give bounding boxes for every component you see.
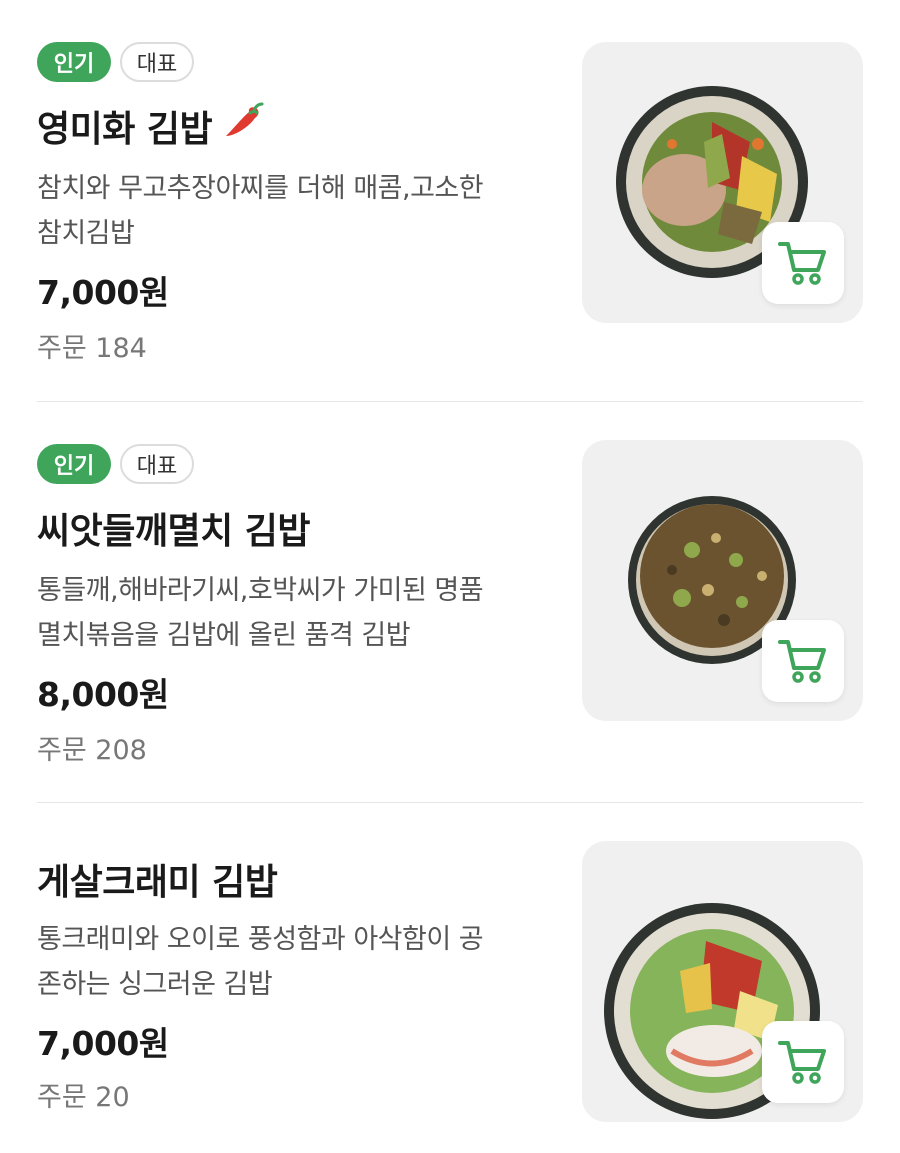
add-to-cart-button[interactable]: [762, 620, 844, 702]
chili-pepper-icon: [222, 102, 266, 151]
menu-item-name: 영미화 김밥: [37, 109, 213, 150]
badge-group: 인기 대표: [37, 42, 194, 82]
menu-item-order-count: 주문 208: [37, 735, 147, 766]
menu-list: 인기 대표 영미화 김밥 참치와 무고추장아찌를 더해 매콤,고소한 참치김밥 …: [0, 0, 900, 1153]
signature-badge: 대표: [120, 42, 194, 82]
description-line: 참치와 무고추장아찌를 더해 매콤,고소한: [37, 173, 484, 204]
description-line: 멸치볶음을 김밥에 올린 품격 김밥: [37, 620, 411, 651]
description-line: 통크래미와 오이로 풍성함과 아삭함이 공: [37, 924, 484, 955]
cart-icon: [778, 640, 826, 683]
menu-item[interactable]: 게살크래미 김밥 통크래미와 오이로 풍성함과 아삭함이 공 존하는 싱그러운 …: [37, 802, 863, 1153]
menu-item-title[interactable]: 게살크래미 김밥: [37, 853, 278, 905]
add-to-cart-button[interactable]: [762, 1021, 844, 1103]
menu-item-order-count: 주문 184: [37, 333, 147, 364]
menu-item-image[interactable]: [582, 42, 863, 323]
menu-item-title[interactable]: 영미화 김밥: [37, 100, 266, 152]
menu-item-order-count: 주문 20: [37, 1082, 130, 1113]
cart-icon: [778, 1041, 826, 1084]
menu-item-description: 통크래미와 오이로 풍성함과 아삭함이 공 존하는 싱그러운 김밥: [37, 917, 547, 1007]
menu-item-image[interactable]: [582, 440, 863, 721]
signature-badge: 대표: [120, 444, 194, 484]
description-line: 참치김밥: [37, 218, 135, 249]
description-line: 존하는 싱그러운 김밥: [37, 969, 273, 1000]
menu-item-image[interactable]: [582, 841, 863, 1122]
popular-badge: 인기: [37, 42, 111, 82]
add-to-cart-button[interactable]: [762, 222, 844, 304]
menu-item-description: 참치와 무고추장아찌를 더해 매콤,고소한 참치김밥: [37, 166, 547, 256]
menu-item-name: 씨앗들깨멸치 김밥: [37, 511, 311, 552]
menu-item-name: 게살크래미 김밥: [37, 862, 278, 903]
badge-group: 인기 대표: [37, 444, 194, 484]
menu-item-price: 7,000원: [37, 273, 169, 312]
popular-badge: 인기: [37, 444, 111, 484]
menu-item-title[interactable]: 씨앗들깨멸치 김밥: [37, 502, 311, 554]
cart-icon: [778, 242, 826, 285]
menu-item[interactable]: 인기 대표 씨앗들깨멸치 김밥 통들깨,해바라기씨,호박씨가 가미된 명품 멸치…: [37, 401, 863, 802]
description-line: 통들깨,해바라기씨,호박씨가 가미된 명품: [37, 575, 484, 606]
menu-item-price: 7,000원: [37, 1024, 169, 1063]
menu-item[interactable]: 인기 대표 영미화 김밥 참치와 무고추장아찌를 더해 매콤,고소한 참치김밥 …: [37, 0, 863, 401]
menu-item-description: 통들깨,해바라기씨,호박씨가 가미된 명품 멸치볶음을 김밥에 올린 품격 김밥: [37, 568, 547, 658]
menu-item-price: 8,000원: [37, 675, 169, 714]
